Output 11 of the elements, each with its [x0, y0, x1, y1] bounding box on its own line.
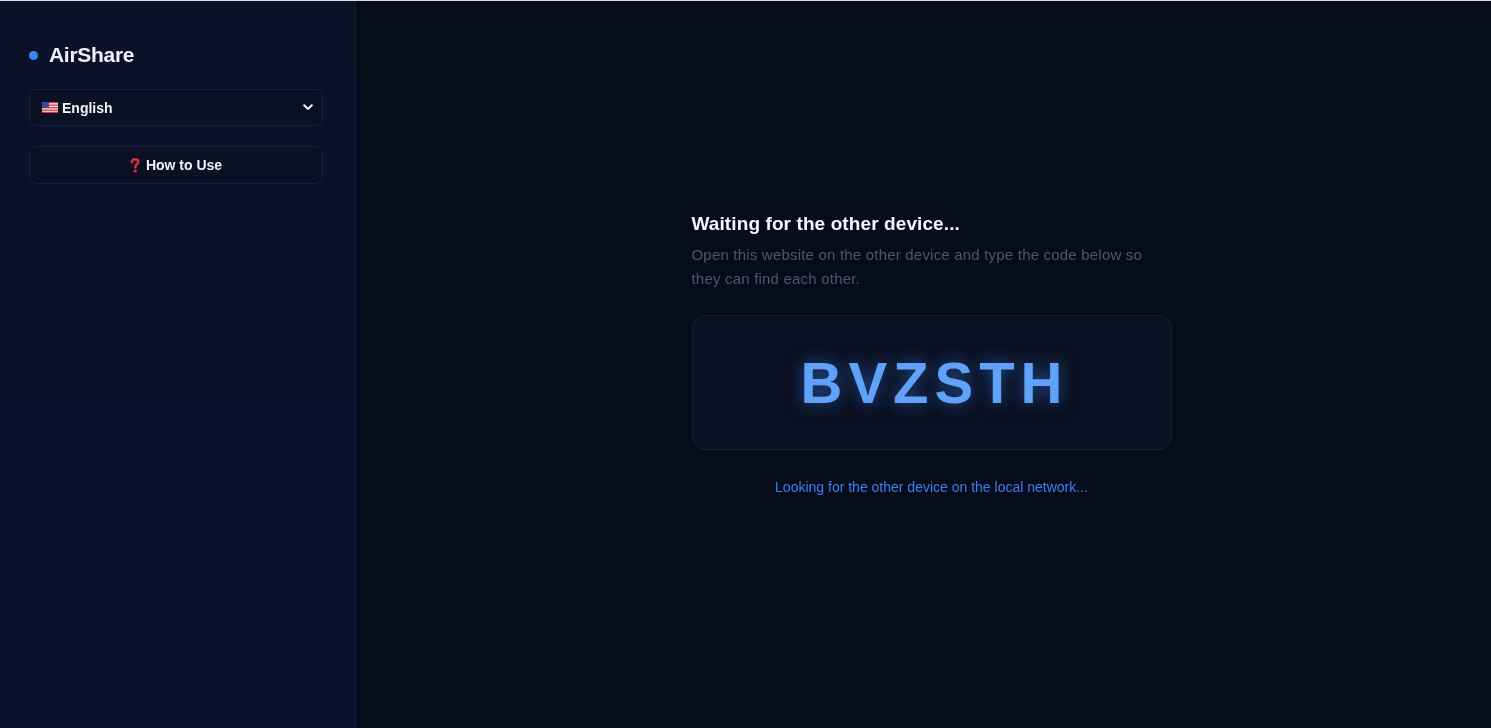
chevron-down-icon: [303, 104, 313, 111]
instructions-text: Open this website on the other device and type the code below so they can find each other.: [691, 245, 1144, 289]
question-mark-icon: [129, 157, 140, 173]
logo-dot-icon: [29, 50, 38, 60]
how-to-use-button[interactable]: How to Use: [29, 146, 323, 184]
app-title: AirShare: [49, 43, 135, 67]
waiting-heading: Waiting for the other device...: [691, 212, 961, 236]
pairing-code: BVZSTH: [799, 349, 1069, 416]
search-status-text: Looking for the other device on the local network...: [775, 479, 1088, 495]
flag-icon: [42, 102, 58, 113]
language-select[interactable]: English: [29, 89, 323, 126]
